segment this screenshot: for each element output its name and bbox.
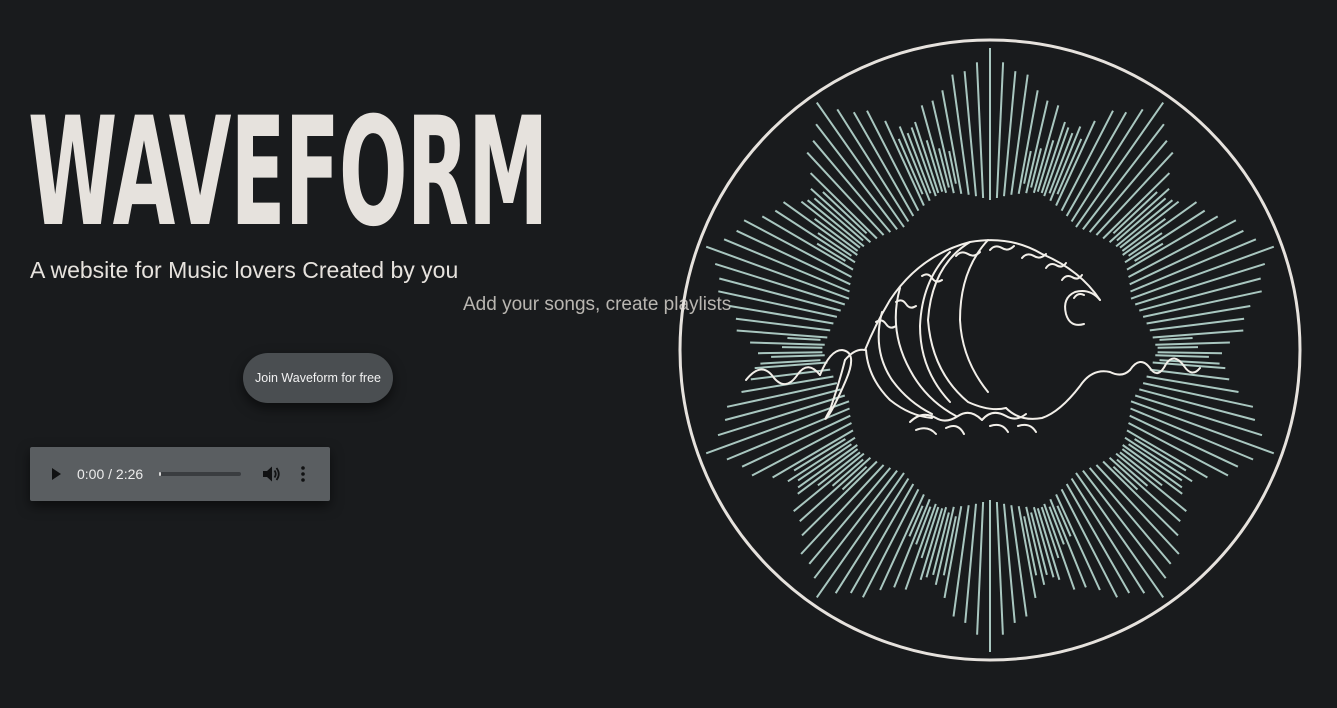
emblem-ray: [1075, 102, 1165, 228]
emblem-ray: [1157, 346, 1199, 349]
emblem-ray: [1134, 262, 1266, 306]
landing-page: WAVEFORM A website for Music lovers Crea…: [0, 0, 1337, 708]
emblem-ray: [1152, 329, 1244, 339]
emblem-ray: [757, 351, 823, 355]
emblem-ray: [781, 346, 823, 349]
emblem-ray: [1032, 506, 1055, 578]
emblem-ray: [815, 472, 905, 598]
join-button[interactable]: Join Waveform for free: [243, 353, 393, 403]
emblem-rays: [705, 48, 1275, 652]
emblem-ray: [736, 329, 828, 339]
emblem-ray: [1075, 472, 1165, 598]
emblem-ray: [1159, 337, 1193, 341]
site-title: WAVEFORM: [28, 86, 549, 260]
emblem-ray: [1157, 351, 1223, 355]
progress-fill: [159, 472, 161, 476]
emblem-ray: [771, 354, 825, 358]
emblem-ray: [714, 262, 846, 306]
emblem-ray: [975, 62, 985, 199]
emblem-ray: [717, 394, 846, 437]
emblem-ray: [976, 501, 985, 635]
tagline: A website for Music lovers Created by yo…: [30, 257, 459, 283]
emblem-ray: [815, 102, 905, 228]
volume-icon[interactable]: [260, 464, 282, 484]
emblem-ray: [1155, 354, 1209, 358]
emblem-ray: [1134, 394, 1263, 437]
emblem-ray: [1017, 90, 1039, 194]
emblem-ray: [995, 62, 1005, 199]
play-icon[interactable]: [50, 465, 64, 483]
emblem-ray: [941, 90, 963, 194]
audio-player[interactable]: 0:00 / 2:26: [30, 447, 330, 501]
emblem-ray: [750, 341, 825, 346]
emblem-ray: [925, 506, 948, 578]
emblem-ray: [1155, 341, 1230, 346]
more-vertical-icon[interactable]: [296, 464, 310, 484]
emblem-ray: [995, 501, 1004, 635]
progress-slider[interactable]: [159, 472, 241, 476]
emblem-ray: [787, 337, 821, 341]
time-display: 0:00 / 2:26: [77, 466, 144, 482]
wave-emblem-icon: [678, 38, 1302, 662]
